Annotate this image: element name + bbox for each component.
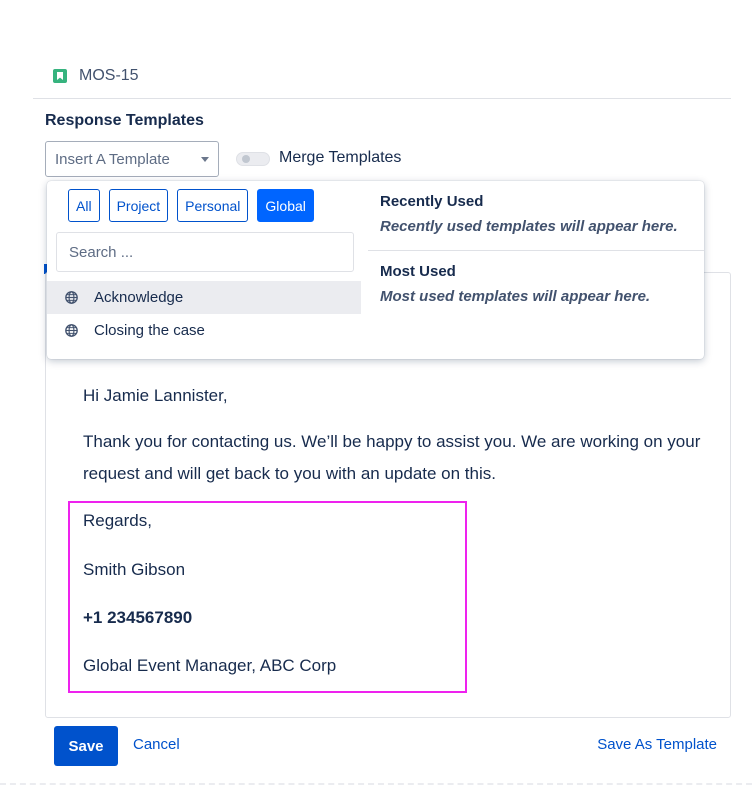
issue-header: MOS-15 [53, 65, 139, 87]
most-used-title: Most Used [380, 263, 456, 280]
insert-template-label: Insert A Template [55, 150, 170, 168]
template-item-acknowledge[interactable]: Acknowledge [47, 281, 361, 314]
filter-all-button[interactable]: All [68, 189, 100, 222]
template-item-closing-the-case[interactable]: Closing the case [47, 314, 361, 347]
chevron-down-icon [201, 157, 209, 162]
insert-template-select[interactable]: Insert A Template [45, 141, 219, 177]
filter-personal-button[interactable]: Personal [177, 189, 249, 222]
email-body: Thank you for contacting us. We’ll be ha… [83, 432, 701, 483]
header-divider [33, 98, 731, 99]
recently-used-description: Recently used templates will appear here… [380, 218, 678, 235]
issue-key[interactable]: MOS-15 [79, 67, 139, 85]
signature-name: Smith Gibson [83, 560, 186, 579]
cancel-button[interactable]: Cancel [133, 736, 180, 753]
most-used-description: Most used templates will appear here. [380, 288, 651, 305]
save-as-template-button[interactable]: Save As Template [597, 736, 717, 753]
template-item-label: Closing the case [94, 322, 205, 339]
bottom-divider [0, 783, 752, 785]
signature-regards: Regards, [83, 511, 152, 530]
section-title: Response Templates [45, 112, 204, 129]
recently-used-title: Recently Used [380, 193, 484, 210]
filter-project-button[interactable]: Project [108, 189, 169, 222]
dropdown-divider [368, 250, 704, 251]
save-button[interactable]: Save [54, 726, 118, 766]
filter-global-button[interactable]: Global [257, 189, 314, 222]
template-dropdown: All Project Personal Global Acknowledge … [47, 181, 704, 359]
template-filter-group: All Project Personal Global [68, 189, 314, 222]
globe-icon [65, 324, 78, 337]
toggle-knob [242, 155, 250, 163]
signature-phone: +1 234567890 [83, 608, 193, 627]
signature-role: Global Event Manager, ABC Corp [83, 656, 337, 675]
merge-templates-label: Merge Templates [279, 149, 402, 166]
story-bookmark-icon [53, 69, 67, 83]
template-item-label: Acknowledge [94, 289, 184, 306]
globe-icon [65, 291, 78, 304]
email-greeting: Hi Jamie Lannister, [83, 386, 228, 405]
template-search-input[interactable] [56, 232, 354, 272]
merge-templates-toggle[interactable] [236, 152, 270, 166]
